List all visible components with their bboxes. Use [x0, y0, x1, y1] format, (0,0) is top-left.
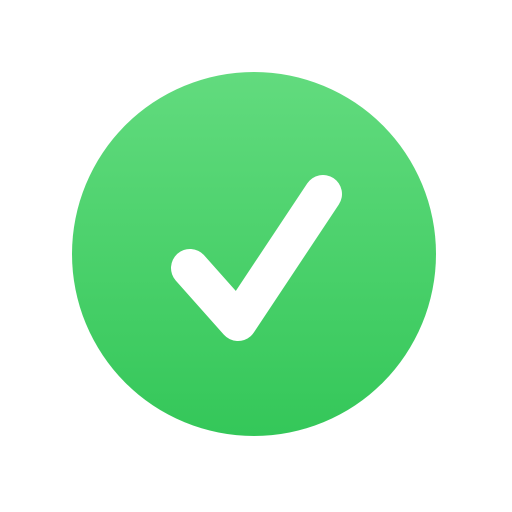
green-circle	[72, 72, 436, 436]
app-canvas	[0, 0, 512, 512]
checkmark-circle-svg	[72, 72, 436, 436]
checkmark-circle-icon	[0, 0, 512, 512]
